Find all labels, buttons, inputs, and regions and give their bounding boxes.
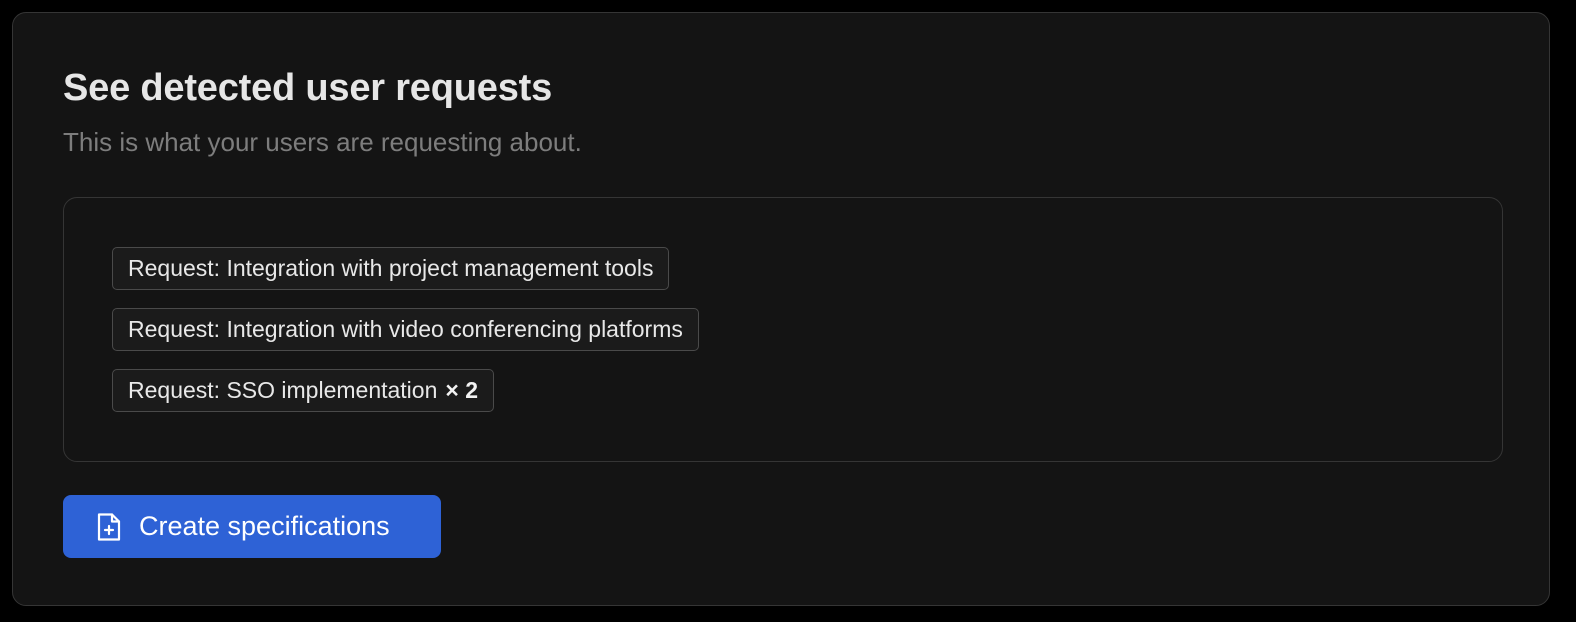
request-tag-label: Request: Integration with project manage… [128,255,654,281]
detected-requests-card: See detected user requests This is what … [12,12,1550,606]
request-tag[interactable]: Request: Integration with video conferen… [112,308,699,351]
request-tag-label: Request: Integration with video conferen… [128,316,683,342]
card-subtitle: This is what your users are requesting a… [63,127,582,157]
file-plus-icon [95,512,123,542]
requests-list: Request: Integration with project manage… [112,247,699,412]
request-tag[interactable]: Request: Integration with project manage… [112,247,670,290]
create-specifications-label: Create specifications [139,511,390,541]
card-title: See detected user requests [63,67,553,109]
request-tag[interactable]: Request: SSO implementation × 2 [112,369,495,412]
create-specifications-button[interactable]: Create specifications [63,495,441,558]
request-count-badge: × 2 [445,377,479,403]
requests-panel: Request: Integration with project manage… [63,197,1503,462]
request-tag-label: Request: SSO implementation [128,377,438,403]
